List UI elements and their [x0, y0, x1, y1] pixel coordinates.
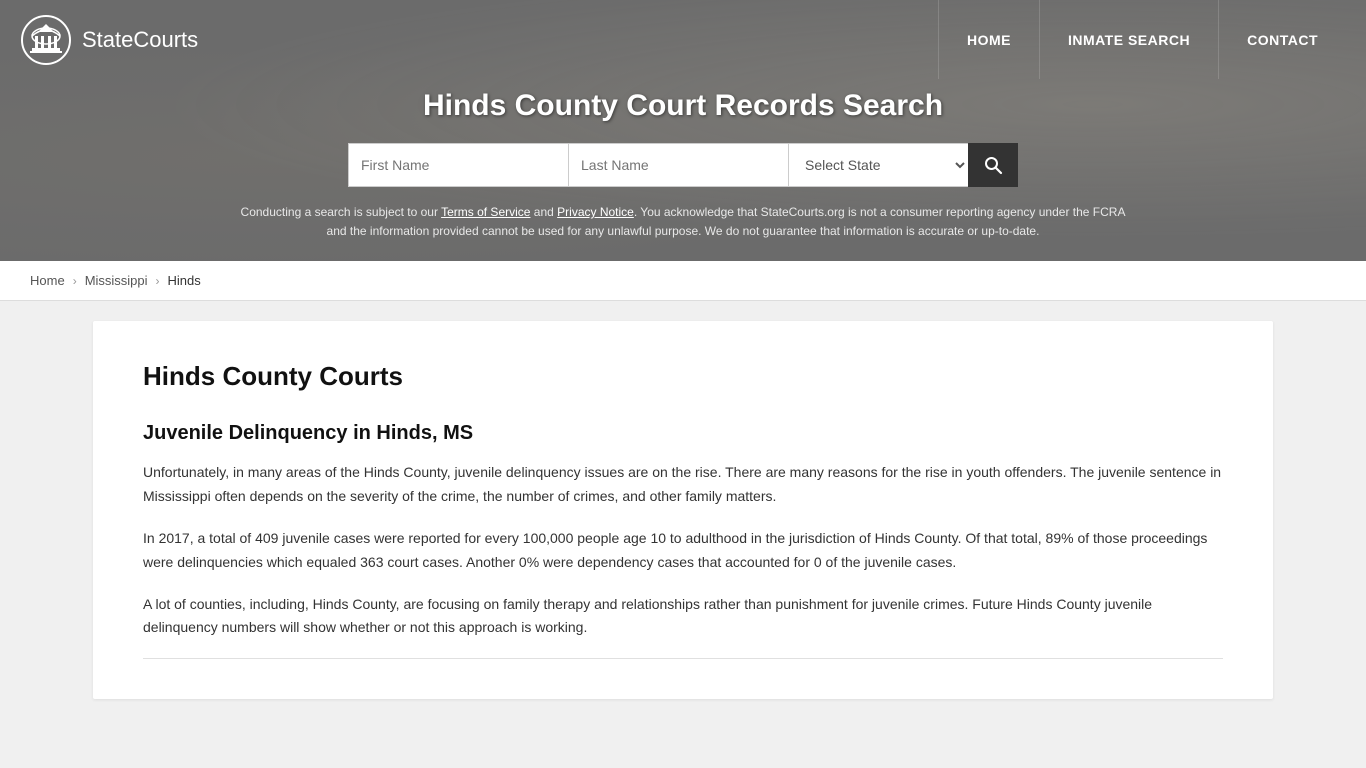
- privacy-link[interactable]: Privacy Notice: [557, 205, 634, 219]
- logo-icon: [20, 14, 72, 66]
- content-paragraph-3: A lot of counties, including, Hinds Coun…: [143, 593, 1223, 641]
- breadcrumb-current: Hinds: [168, 273, 201, 288]
- state-select[interactable]: Select State Alabama Alaska Arizona Miss…: [788, 143, 968, 187]
- breadcrumb-sep-2: ›: [156, 274, 160, 288]
- disclaimer-text: Conducting a search is subject to our Te…: [233, 203, 1133, 261]
- hero-title: Hinds County Court Records Search: [20, 89, 1346, 123]
- section1-heading: Juvenile Delinquency in Hinds, MS: [143, 422, 1223, 445]
- first-name-input[interactable]: [348, 143, 568, 187]
- page-wrapper: Hinds County Courts Juvenile Delinquency…: [0, 301, 1366, 719]
- breadcrumb-sep-1: ›: [73, 274, 77, 288]
- content-paragraph-2: In 2017, a total of 409 juvenile cases w…: [143, 527, 1223, 575]
- search-button[interactable]: [968, 143, 1018, 187]
- breadcrumb-home[interactable]: Home: [30, 273, 65, 288]
- content-card: Hinds County Courts Juvenile Delinquency…: [93, 321, 1273, 699]
- breadcrumb-state[interactable]: Mississippi: [85, 273, 148, 288]
- search-bar: Select State Alabama Alaska Arizona Miss…: [20, 143, 1346, 187]
- last-name-input[interactable]: [568, 143, 788, 187]
- top-navigation: StateCourts HOME INMATE SEARCH CONTACT: [0, 0, 1366, 79]
- nav-contact[interactable]: CONTACT: [1218, 0, 1346, 79]
- terms-link[interactable]: Terms of Service: [441, 205, 530, 219]
- nav-links: HOME INMATE SEARCH CONTACT: [938, 0, 1346, 79]
- content-paragraph-1: Unfortunately, in many areas of the Hind…: [143, 461, 1223, 509]
- nav-inmate-search[interactable]: INMATE SEARCH: [1039, 0, 1218, 79]
- breadcrumb: Home › Mississippi › Hinds: [0, 261, 1366, 301]
- site-logo[interactable]: StateCourts: [20, 14, 198, 66]
- search-icon: [983, 155, 1003, 175]
- content-divider: [143, 658, 1223, 659]
- logo-text: StateCourts: [82, 27, 198, 53]
- content-heading: Hinds County Courts: [143, 361, 1223, 392]
- hero-section: StateCourts HOME INMATE SEARCH CONTACT H…: [0, 0, 1366, 261]
- hero-content: Hinds County Court Records Search Select…: [0, 79, 1366, 261]
- nav-home[interactable]: HOME: [938, 0, 1039, 79]
